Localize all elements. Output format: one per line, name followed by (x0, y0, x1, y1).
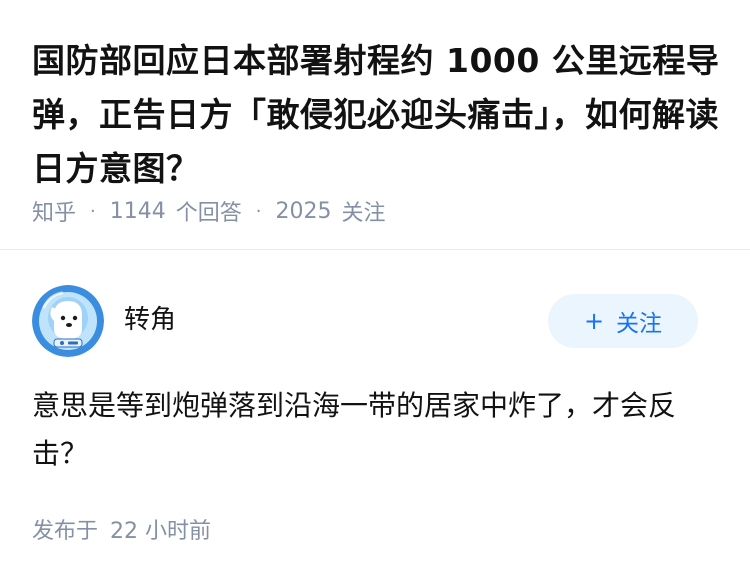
question-header: 国防部回应日本部署射程约 1000 公里远程导弹，正告日方「敢侵犯必迎头痛击」，… (0, 0, 750, 250)
author-name[interactable]: 转角 (124, 299, 176, 336)
follower-count: 2025 (275, 198, 332, 224)
plus-icon: + (583, 307, 605, 335)
publish-time: 发布于 22 小时前 (32, 513, 211, 545)
question-title[interactable]: 国防部回应日本部署射程约 1000 公里远程导弹，正告日方「敢侵犯必迎头痛击」，… (32, 34, 722, 196)
meta-separator: · (90, 200, 96, 222)
answer-card: 转角 + 关注 意思是等到炮弹落到沿海一带的居家中炸了，才会反击？ 发布于 22 … (0, 251, 750, 582)
astronaut-dog-avatar-icon (32, 285, 104, 357)
follow-button[interactable]: + 关注 (548, 294, 698, 348)
meta-separator: · (255, 200, 262, 222)
publish-label: 发布于 (32, 519, 99, 544)
follower-count-label: 关注 (341, 201, 386, 226)
publish-time-value: 22 小时前 (110, 519, 212, 544)
source-label[interactable]: 知乎 (32, 195, 76, 227)
avatar[interactable] (32, 285, 104, 357)
answer-count: 1144 (109, 198, 166, 224)
question-meta: 知乎 · 1144 个回答 · 2025 关注 (32, 194, 386, 228)
answer-count-label: 个回答 (175, 201, 242, 226)
answer-content[interactable]: 意思是等到炮弹落到沿海一带的居家中炸了，才会反击？ (32, 382, 712, 478)
follow-button-label: 关注 (616, 311, 663, 337)
